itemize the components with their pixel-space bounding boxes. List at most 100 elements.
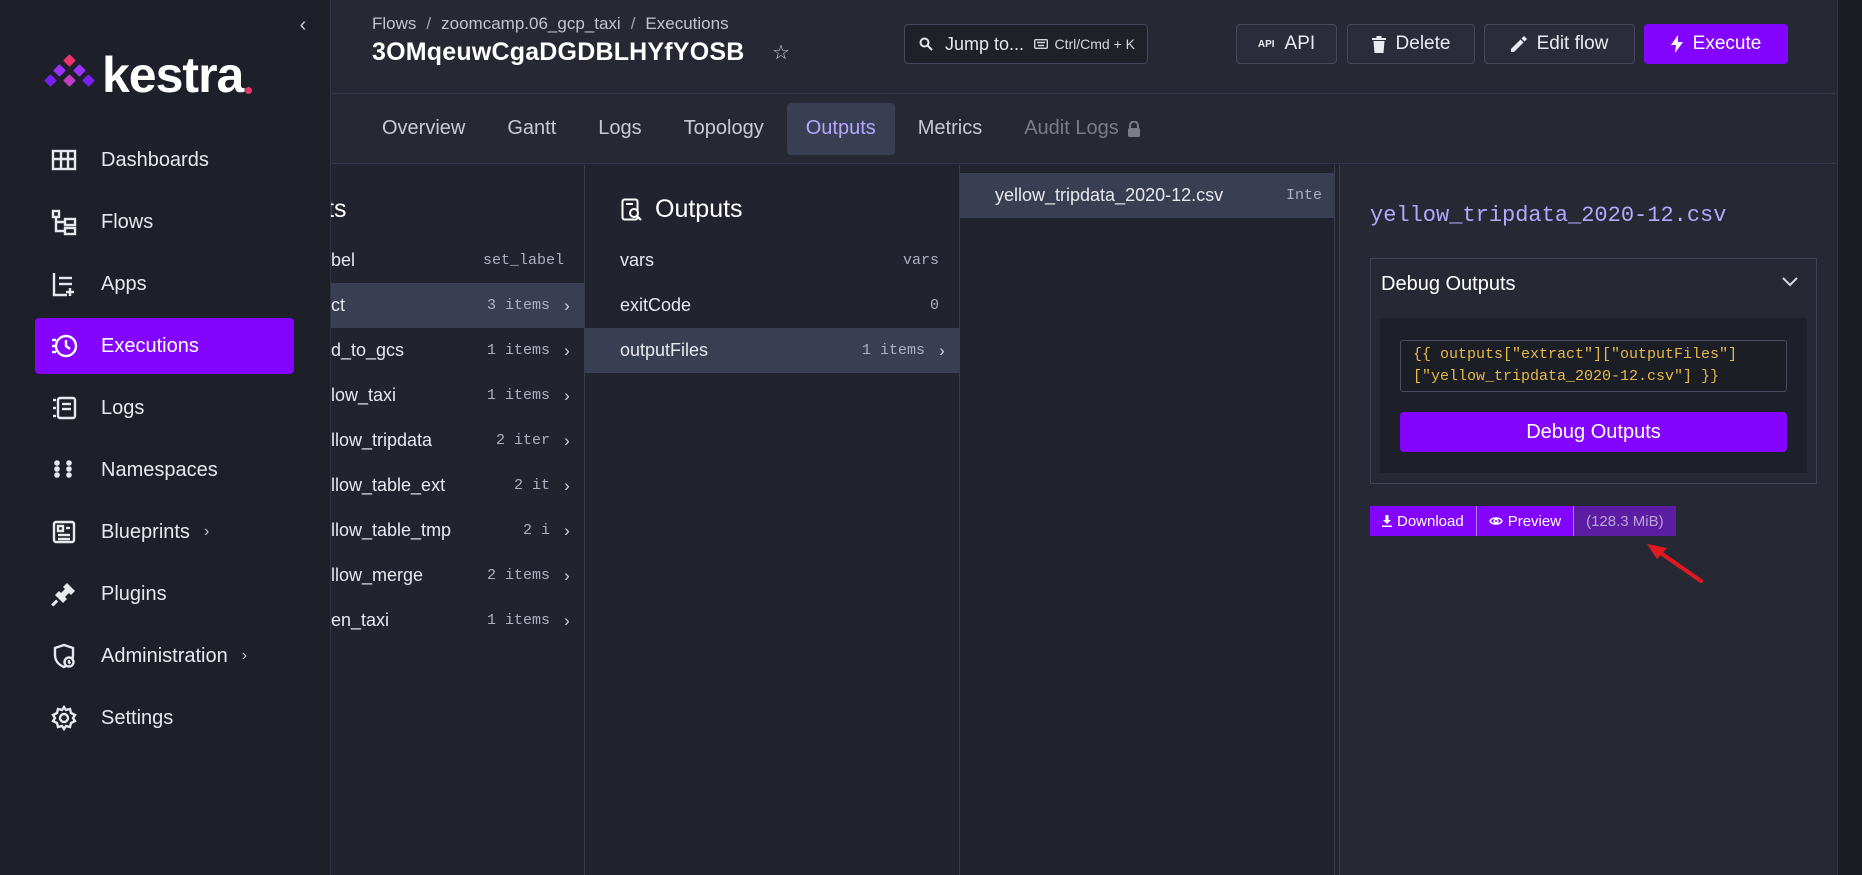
app-root: ‹ kestra Dashboards Flows Apps Execution… xyxy=(0,0,1862,875)
download-label: Download xyxy=(1397,512,1464,530)
task-row-extract[interactable]: ct 3 items › xyxy=(331,283,584,328)
chevron-right-icon: › xyxy=(564,430,570,450)
file-actions: Download Preview (128.3 MiB) xyxy=(1370,506,1676,536)
sidebar-item-executions[interactable]: Executions xyxy=(35,318,294,374)
tab-outputs[interactable]: Outputs xyxy=(786,102,895,155)
task-row-set-label[interactable]: bel set_label xyxy=(331,238,584,283)
jump-to-search[interactable]: Jump to... Ctrl/Cmd + K xyxy=(904,24,1148,64)
sidebar-item-namespaces[interactable]: Namespaces xyxy=(35,442,294,498)
chevron-right-icon: › xyxy=(564,475,570,495)
preview-button[interactable]: Preview xyxy=(1475,506,1574,536)
task-meta: 2 i xyxy=(522,522,550,539)
delete-button[interactable]: Delete xyxy=(1347,24,1475,64)
breadcrumb-flow[interactable]: zoomcamp.06_gcp_taxi xyxy=(441,14,621,34)
file-type: Inte xyxy=(1285,187,1322,204)
breadcrumb-flows[interactable]: Flows xyxy=(372,14,416,34)
debug-expression-input[interactable]: {{ outputs["extract"]["outputFiles"] ["y… xyxy=(1400,340,1787,392)
edit-flow-button[interactable]: Edit flow xyxy=(1484,24,1635,64)
task-row-yellow-table-ext[interactable]: llow_table_ext 2 it › xyxy=(331,463,584,508)
output-name: vars xyxy=(620,250,655,270)
jump-to-label: Jump to... xyxy=(945,33,1025,54)
task-name: llow_table_ext xyxy=(331,475,446,495)
star-icon[interactable]: ☆ xyxy=(772,40,790,65)
task-row-yellow-table-tmp[interactable]: llow_table_tmp 2 i › xyxy=(331,508,584,553)
debug-outputs-body: {{ outputs["extract"]["outputFiles"] ["y… xyxy=(1380,318,1807,473)
tab-audit-logs-label: Audit Logs xyxy=(1024,117,1119,139)
blueprints-icon xyxy=(49,517,79,547)
task-meta: set_label xyxy=(482,252,564,269)
sidebar-item-label: Plugins xyxy=(101,582,167,605)
sidebar-item-apps[interactable]: Apps xyxy=(35,256,294,312)
file-row[interactable]: yellow_tripdata_2020-12.csv Inte xyxy=(960,173,1334,218)
kestra-logo[interactable]: kestra xyxy=(44,47,253,103)
trash-icon xyxy=(1371,35,1386,53)
window-scroll-edge xyxy=(1837,0,1862,875)
logo-dot xyxy=(245,86,253,94)
edit-flow-label: Edit flow xyxy=(1536,33,1609,54)
output-meta: 0 xyxy=(929,297,939,314)
task-meta: 3 items xyxy=(486,297,550,314)
task-meta: 1 items xyxy=(486,387,550,404)
output-detail-panel: yellow_tripdata_2020-12.csv Debug Output… xyxy=(1339,165,1837,875)
lock-icon xyxy=(1127,120,1140,137)
execute-button[interactable]: Execute xyxy=(1644,24,1788,64)
execution-tabs: Overview Gantt Logs Topology Outputs Met… xyxy=(331,94,1837,164)
task-row-yellow-tripdata[interactable]: llow_tripdata 2 iter › xyxy=(331,418,584,463)
keyboard-shortcut: Ctrl/Cmd + K xyxy=(1034,36,1135,52)
tab-gantt[interactable]: Gantt xyxy=(488,103,575,155)
sidebar-item-logs[interactable]: Logs xyxy=(35,380,294,436)
task-meta: 2 items xyxy=(486,567,550,584)
sidebar-item-label: Namespaces xyxy=(101,458,218,481)
file-name: yellow_tripdata_2020-12.csv xyxy=(995,185,1224,205)
task-row-yellow-merge[interactable]: llow_merge 2 items › xyxy=(331,553,584,598)
tab-topology[interactable]: Topology xyxy=(665,103,783,155)
administration-icon xyxy=(49,641,79,671)
debug-outputs-button[interactable]: Debug Outputs xyxy=(1400,412,1787,452)
sidebar-item-settings[interactable]: Settings xyxy=(35,690,294,746)
chevron-right-icon: › xyxy=(564,385,570,405)
preview-label: Preview xyxy=(1507,512,1562,530)
task-name: llow_table_tmp xyxy=(331,520,452,540)
output-row-exitcode[interactable]: exitCode 0 xyxy=(585,283,959,328)
outputs-title-text: Outputs xyxy=(655,195,743,223)
logo-text: kestra xyxy=(102,47,244,103)
breadcrumb-executions[interactable]: Executions xyxy=(645,14,728,34)
sidebar-item-administration[interactable]: Administration › xyxy=(35,628,294,684)
sidebar-item-blueprints[interactable]: Blueprints › xyxy=(35,504,294,560)
sidebar-item-plugins[interactable]: Plugins xyxy=(35,566,294,622)
output-row-vars[interactable]: vars vars xyxy=(585,238,959,283)
tab-audit-logs[interactable]: Audit Logs xyxy=(1005,103,1160,155)
download-button[interactable]: Download xyxy=(1370,506,1476,536)
task-name: llow_tripdata xyxy=(331,430,433,450)
chevron-right-icon: › xyxy=(564,610,570,630)
annotation-arrow-icon xyxy=(1647,544,1703,583)
chevron-left-icon[interactable]: ‹ xyxy=(292,14,314,36)
sidebar: ‹ kestra Dashboards Flows Apps Execution… xyxy=(0,0,331,875)
output-row-outputfiles[interactable]: outputFiles 1 items › xyxy=(585,328,959,373)
page-title: 3OMqeuwCgaDGDBLHYfYOSB xyxy=(372,38,745,66)
task-row-upload-to-gcs[interactable]: d_to_gcs 1 items › xyxy=(331,328,584,373)
debug-outputs-header[interactable]: Debug Outputs xyxy=(1381,273,1516,296)
sidebar-item-dashboards[interactable]: Dashboards xyxy=(35,132,294,188)
chevron-right-icon: › xyxy=(564,295,570,315)
pencil-icon xyxy=(1510,36,1527,52)
api-button[interactable]: API API xyxy=(1236,24,1337,64)
tab-logs[interactable]: Logs xyxy=(579,103,660,155)
task-name: low_taxi xyxy=(331,385,397,405)
task-row-if-green-taxi[interactable]: en_taxi 1 items › xyxy=(331,598,584,643)
breadcrumb-separator: / xyxy=(630,14,636,33)
sidebar-item-label: Logs xyxy=(101,396,145,419)
download-icon xyxy=(1382,515,1392,527)
api-button-label: API xyxy=(1284,33,1316,54)
chevron-down-icon[interactable] xyxy=(1782,271,1798,292)
task-row-if-yellow-taxi[interactable]: low_taxi 1 items › xyxy=(331,373,584,418)
logs-icon xyxy=(49,393,79,423)
sidebar-item-flows[interactable]: Flows xyxy=(35,194,294,250)
settings-icon xyxy=(49,703,79,733)
api-icon: API xyxy=(1257,38,1275,50)
sidebar-item-label: Settings xyxy=(101,706,174,729)
kestra-logo-icon xyxy=(44,54,95,95)
tab-overview[interactable]: Overview xyxy=(363,103,484,155)
tab-metrics[interactable]: Metrics xyxy=(899,103,1001,155)
file-size-badge: (128.3 MiB) xyxy=(1573,506,1676,536)
